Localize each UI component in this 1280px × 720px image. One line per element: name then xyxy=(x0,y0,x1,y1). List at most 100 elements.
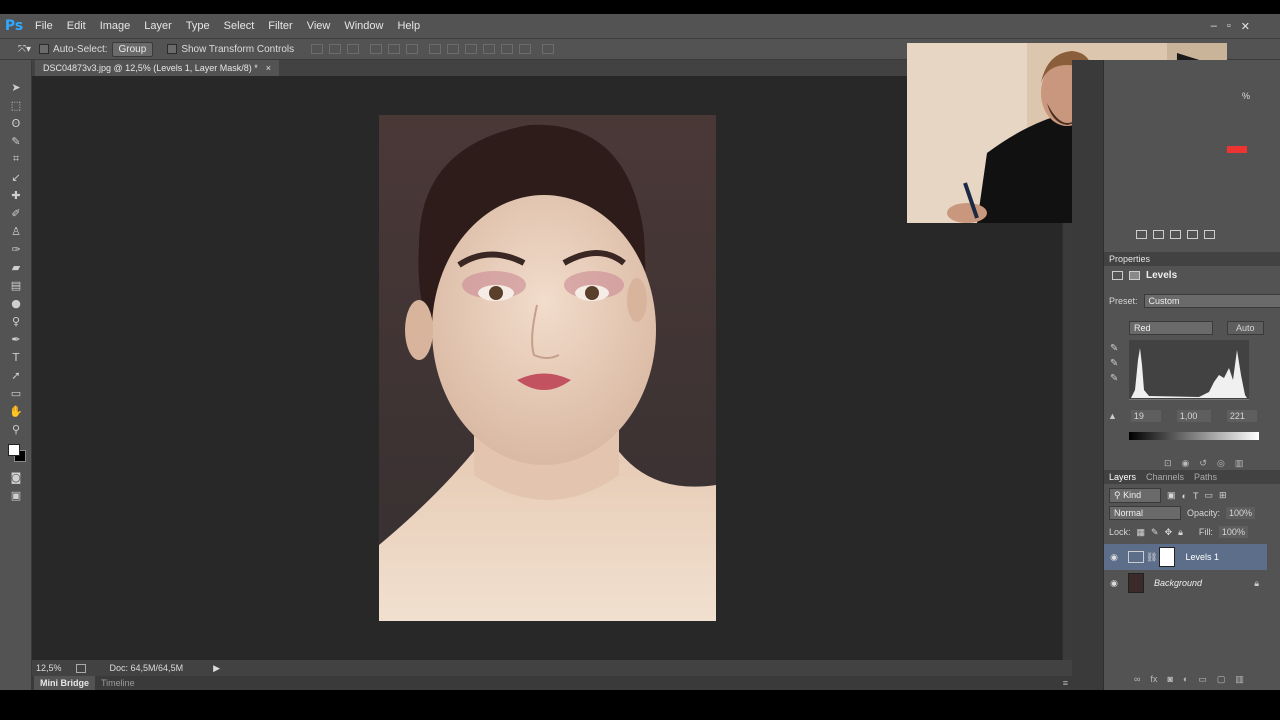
marquee-tool-icon[interactable]: ⬚ xyxy=(0,96,32,114)
menu-window[interactable]: Window xyxy=(337,14,390,38)
tab-paths[interactable]: Paths xyxy=(1194,470,1217,484)
auto-button[interactable]: Auto xyxy=(1227,321,1264,335)
quick-mask-icon[interactable]: ◙ xyxy=(0,468,32,486)
distribute-vcenter-icon[interactable] xyxy=(447,44,460,54)
align-bottom-icon[interactable] xyxy=(347,44,360,54)
show-transform-checkbox[interactable] xyxy=(167,44,178,54)
input-sliders[interactable] xyxy=(1129,399,1249,405)
layer-name[interactable]: Levels 1 xyxy=(1185,552,1219,562)
menu-help[interactable]: Help xyxy=(390,14,427,38)
fx-icon[interactable]: fx xyxy=(1150,674,1157,685)
lock-pixels-icon[interactable]: ✎ xyxy=(1151,527,1159,538)
kind-dropdown[interactable]: ⚲ Kind xyxy=(1109,488,1161,503)
adjust-icon-1[interactable] xyxy=(1136,230,1147,239)
delete-layer-icon[interactable]: ▥ xyxy=(1235,674,1244,685)
layer-mask-thumbnail[interactable] xyxy=(1159,547,1176,567)
input-gamma-field[interactable]: 1,00 xyxy=(1176,410,1211,422)
distribute-right-icon[interactable] xyxy=(519,44,532,54)
clip-to-layer-icon[interactable]: ⊡ xyxy=(1164,458,1172,469)
zoom-tool-icon[interactable]: ⚲ xyxy=(0,420,32,438)
status-arrow-icon[interactable]: ▶ xyxy=(213,663,220,674)
maximize-icon[interactable]: ▫ xyxy=(1227,20,1231,32)
move-tool-icon[interactable]: ➤ xyxy=(0,78,32,96)
black-point-eyedropper-icon[interactable]: ✎ xyxy=(1110,343,1118,354)
visibility-eye-icon[interactable]: ◉ xyxy=(1104,552,1124,563)
close-window-icon[interactable]: ✕ xyxy=(1241,20,1250,33)
eraser-tool-icon[interactable]: ▰ xyxy=(0,258,32,276)
layer-row-levels[interactable]: ◉ ⛓︎ Levels 1 xyxy=(1104,544,1267,570)
align-vcenter-icon[interactable] xyxy=(329,44,342,54)
eyedropper-tool-icon[interactable]: ↙ xyxy=(0,168,32,186)
tab-mini-bridge[interactable]: Mini Bridge xyxy=(34,676,95,690)
filter-pixel-icon[interactable]: ▣ xyxy=(1167,490,1176,501)
menu-type[interactable]: Type xyxy=(179,14,217,38)
input-white-field[interactable]: 221 xyxy=(1226,410,1257,422)
clone-stamp-tool-icon[interactable]: ♙ xyxy=(0,222,32,240)
adjust-icon-4[interactable] xyxy=(1187,230,1198,239)
align-top-icon[interactable] xyxy=(311,44,324,54)
input-black-field[interactable]: 19 xyxy=(1130,410,1161,422)
opacity-field[interactable]: 100% xyxy=(1226,507,1256,519)
align-right-icon[interactable] xyxy=(406,44,419,54)
type-tool-icon[interactable]: T xyxy=(0,348,32,366)
view-previous-icon[interactable]: ◉ xyxy=(1182,458,1190,469)
menu-view[interactable]: View xyxy=(300,14,338,38)
auto-select-checkbox[interactable] xyxy=(39,44,50,54)
adjust-icon-5[interactable] xyxy=(1204,230,1215,239)
white-point-eyedropper-icon[interactable]: ✎ xyxy=(1110,373,1118,384)
dodge-tool-icon[interactable]: ♀ xyxy=(0,312,32,330)
blend-mode-dropdown[interactable]: Normal xyxy=(1109,506,1181,520)
lock-position-icon[interactable]: ✥ xyxy=(1165,527,1173,538)
hand-tool-icon[interactable]: ✋ xyxy=(0,402,32,420)
distribute-hcenter-icon[interactable] xyxy=(501,44,514,54)
delete-adjust-icon[interactable]: ▥ xyxy=(1235,458,1244,469)
screen-mode-icon[interactable]: ▣ xyxy=(0,486,32,504)
document-tab[interactable]: DSC04873v3.jpg @ 12,5% (Levels 1, Layer … xyxy=(35,60,280,76)
brush-tool-icon[interactable]: ✐ xyxy=(0,204,32,222)
panel-menu-icon[interactable]: ≡ xyxy=(1063,678,1068,688)
auto-select-dropdown[interactable]: Group xyxy=(111,41,154,57)
align-left-icon[interactable] xyxy=(370,44,383,54)
menu-image[interactable]: Image xyxy=(93,14,138,38)
tab-channels[interactable]: Channels xyxy=(1146,470,1184,484)
close-tab-icon[interactable]: × xyxy=(266,60,271,76)
path-select-tool-icon[interactable]: ➚ xyxy=(0,366,32,384)
output-gradient[interactable] xyxy=(1129,432,1259,440)
visibility-icon[interactable]: ◎ xyxy=(1217,458,1225,469)
filter-shape-icon[interactable]: ▭ xyxy=(1204,490,1213,501)
minimize-icon[interactable]: – xyxy=(1211,20,1217,32)
add-mask-icon[interactable]: ◙ xyxy=(1167,674,1172,685)
link-layers-icon[interactable]: ∞ xyxy=(1134,674,1140,685)
gray-point-eyedropper-icon[interactable]: ✎ xyxy=(1110,358,1118,369)
status-info-icon[interactable] xyxy=(75,663,86,673)
auto-align-icon[interactable] xyxy=(542,44,555,54)
distribute-top-icon[interactable] xyxy=(429,44,442,54)
menu-edit[interactable]: Edit xyxy=(60,14,93,38)
filter-smart-icon[interactable]: ⊞ xyxy=(1219,490,1227,501)
layer-row-background[interactable]: ◉ Background 🔒︎ xyxy=(1104,570,1267,596)
new-adjustment-icon[interactable]: ◐ xyxy=(1183,674,1188,685)
visibility-eye-icon[interactable]: ◉ xyxy=(1104,578,1124,589)
move-tool-icon[interactable]: ⤧▾ xyxy=(18,44,31,55)
new-layer-icon[interactable]: ▢ xyxy=(1217,674,1226,685)
channel-dropdown[interactable]: Red xyxy=(1129,321,1213,335)
blur-tool-icon[interactable]: ● xyxy=(0,294,32,312)
preset-dropdown[interactable]: Custom xyxy=(1143,294,1280,308)
healing-brush-tool-icon[interactable]: ✚ xyxy=(0,186,32,204)
clip-warning-icon[interactable]: ▲ xyxy=(1108,411,1117,421)
gradient-tool-icon[interactable]: ▤ xyxy=(0,276,32,294)
layer-name[interactable]: Background xyxy=(1154,578,1202,588)
history-brush-tool-icon[interactable]: ✑ xyxy=(0,240,32,258)
shape-tool-icon[interactable]: ▭ xyxy=(0,384,32,402)
layer-mask-icon[interactable] xyxy=(1129,271,1140,280)
chain-link-icon[interactable]: ⛓︎ xyxy=(1146,552,1157,563)
align-hcenter-icon[interactable] xyxy=(388,44,401,54)
lock-all-icon[interactable]: 🔒︎ xyxy=(1178,527,1183,538)
lasso-tool-icon[interactable]: ʘ xyxy=(0,114,32,132)
pen-tool-icon[interactable]: ✒ xyxy=(0,330,32,348)
distribute-bottom-icon[interactable] xyxy=(465,44,478,54)
quick-select-tool-icon[interactable]: ✎ xyxy=(0,132,32,150)
new-group-icon[interactable]: ▭ xyxy=(1198,674,1207,685)
crop-tool-icon[interactable]: ⌗ xyxy=(0,150,32,168)
menu-file[interactable]: File xyxy=(28,14,60,38)
